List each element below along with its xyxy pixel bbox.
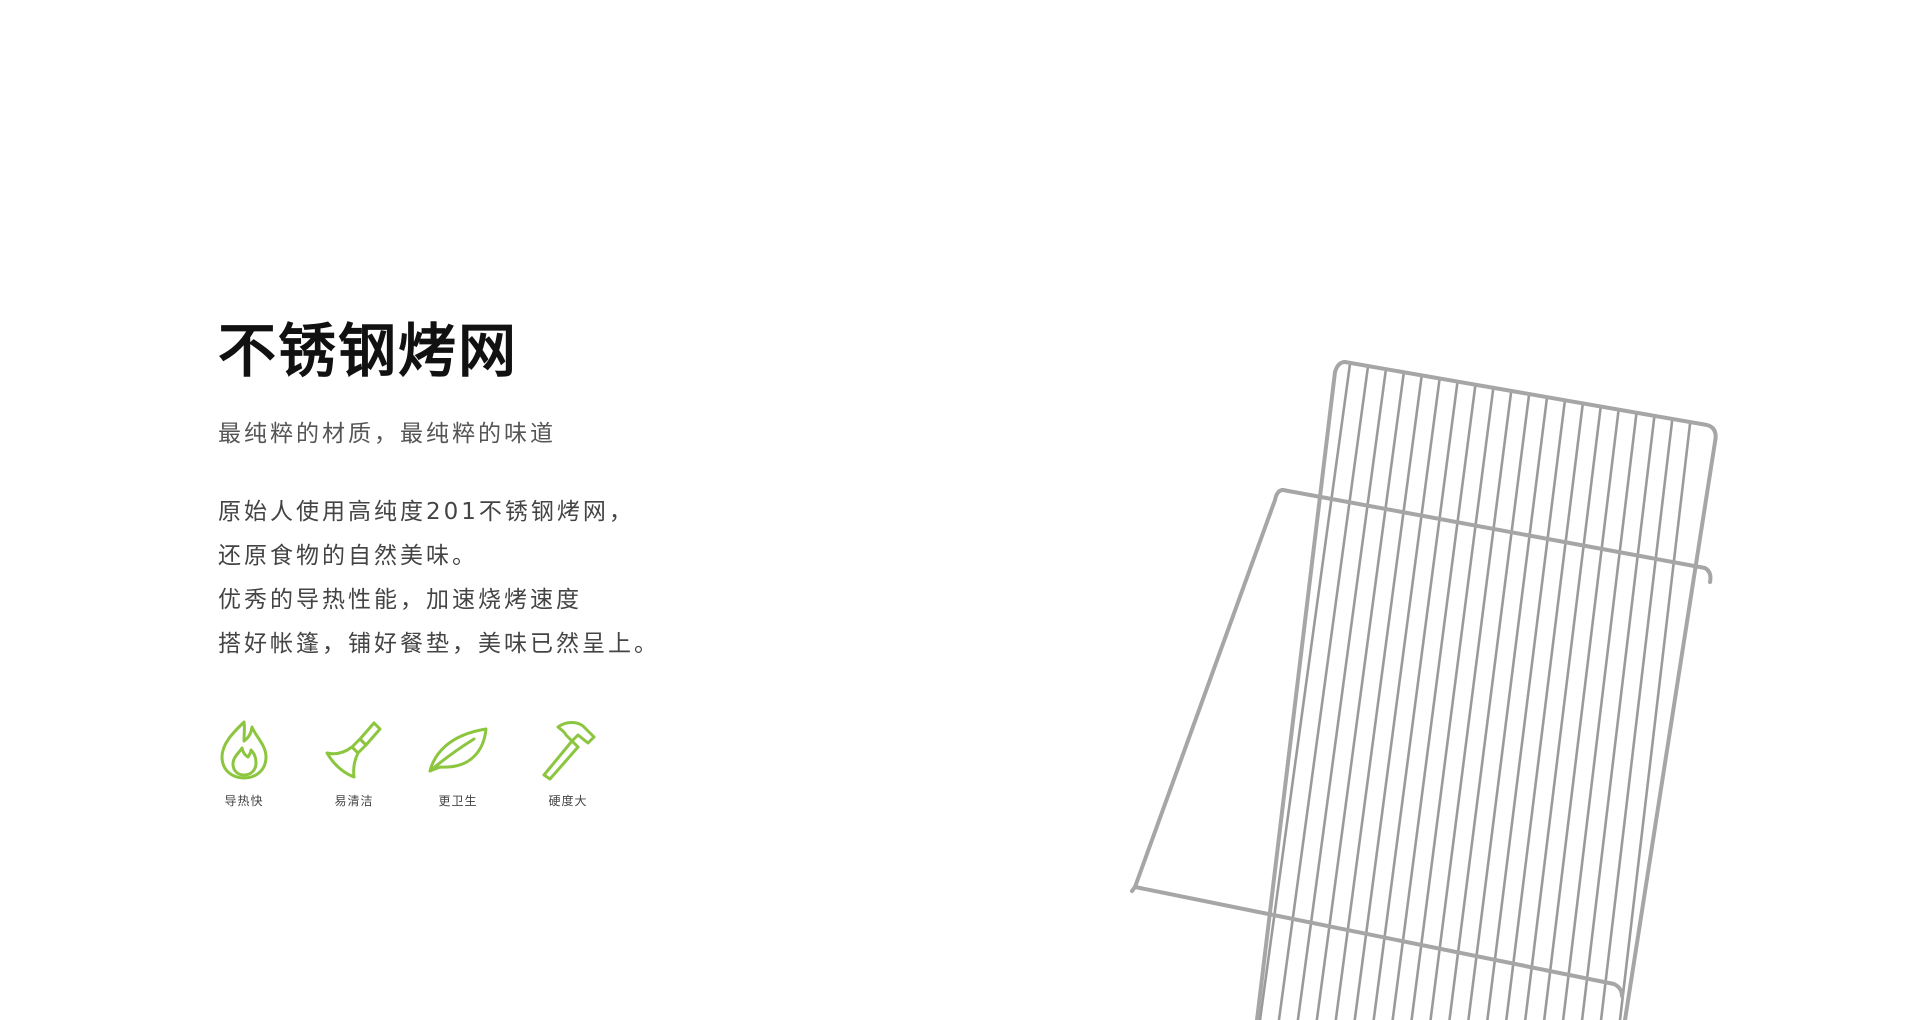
description-line: 搭好帐篷，铺好餐垫，美味已然呈上。 xyxy=(218,631,660,657)
feature-label: 易清洁 xyxy=(334,794,374,808)
feature-hardness: 硬度大 xyxy=(536,718,600,809)
grill-wire xyxy=(1523,406,1602,1020)
product-description: 原始人使用高纯度201不锈钢烤网， 还原食物的自然美味。 优秀的导热性能，加速烧… xyxy=(218,490,660,666)
description-line: 还原食物的自然美味。 xyxy=(218,543,478,569)
grill-wire xyxy=(1580,416,1656,1020)
grill-wire xyxy=(1334,375,1423,1020)
feature-heat-conduction: 导热快 xyxy=(212,718,276,809)
grill-wire xyxy=(1315,372,1405,1020)
hammer-icon xyxy=(536,718,600,782)
feature-easy-clean: 易清洁 xyxy=(322,718,386,809)
product-page: 不锈钢烤网 最纯粹的材质，最纯粹的味道 原始人使用高纯度201不锈钢烤网， 还原… xyxy=(0,0,1920,1020)
grill-wire xyxy=(1599,419,1674,1020)
description-line: 优秀的导热性能，加速烧烤速度 xyxy=(218,587,582,613)
feature-hygienic: 更卫生 xyxy=(426,718,490,809)
feature-label: 硬度大 xyxy=(548,794,588,808)
feature-label: 导热快 xyxy=(224,794,264,808)
description-line: 原始人使用高纯度201不锈钢烤网， xyxy=(218,499,635,525)
grill-grate-image xyxy=(1130,360,1718,1020)
feature-label: 更卫生 xyxy=(438,794,478,808)
brush-icon xyxy=(322,718,386,782)
grill-wire xyxy=(1372,381,1459,1020)
page-subtitle: 最纯粹的材质，最纯粹的味道 xyxy=(218,421,556,447)
flame-icon xyxy=(212,718,276,782)
grill-wire xyxy=(1353,378,1441,1020)
leaf-icon xyxy=(426,718,490,782)
grill-wire xyxy=(1505,403,1584,1020)
grill-wire xyxy=(1561,413,1638,1020)
grill-wire xyxy=(1618,422,1692,1020)
grill-wire xyxy=(1542,410,1620,1020)
feature-list: 导热快 易清洁 更卫生 硬度大 xyxy=(212,718,600,809)
page-title: 不锈钢烤网 xyxy=(218,317,519,385)
